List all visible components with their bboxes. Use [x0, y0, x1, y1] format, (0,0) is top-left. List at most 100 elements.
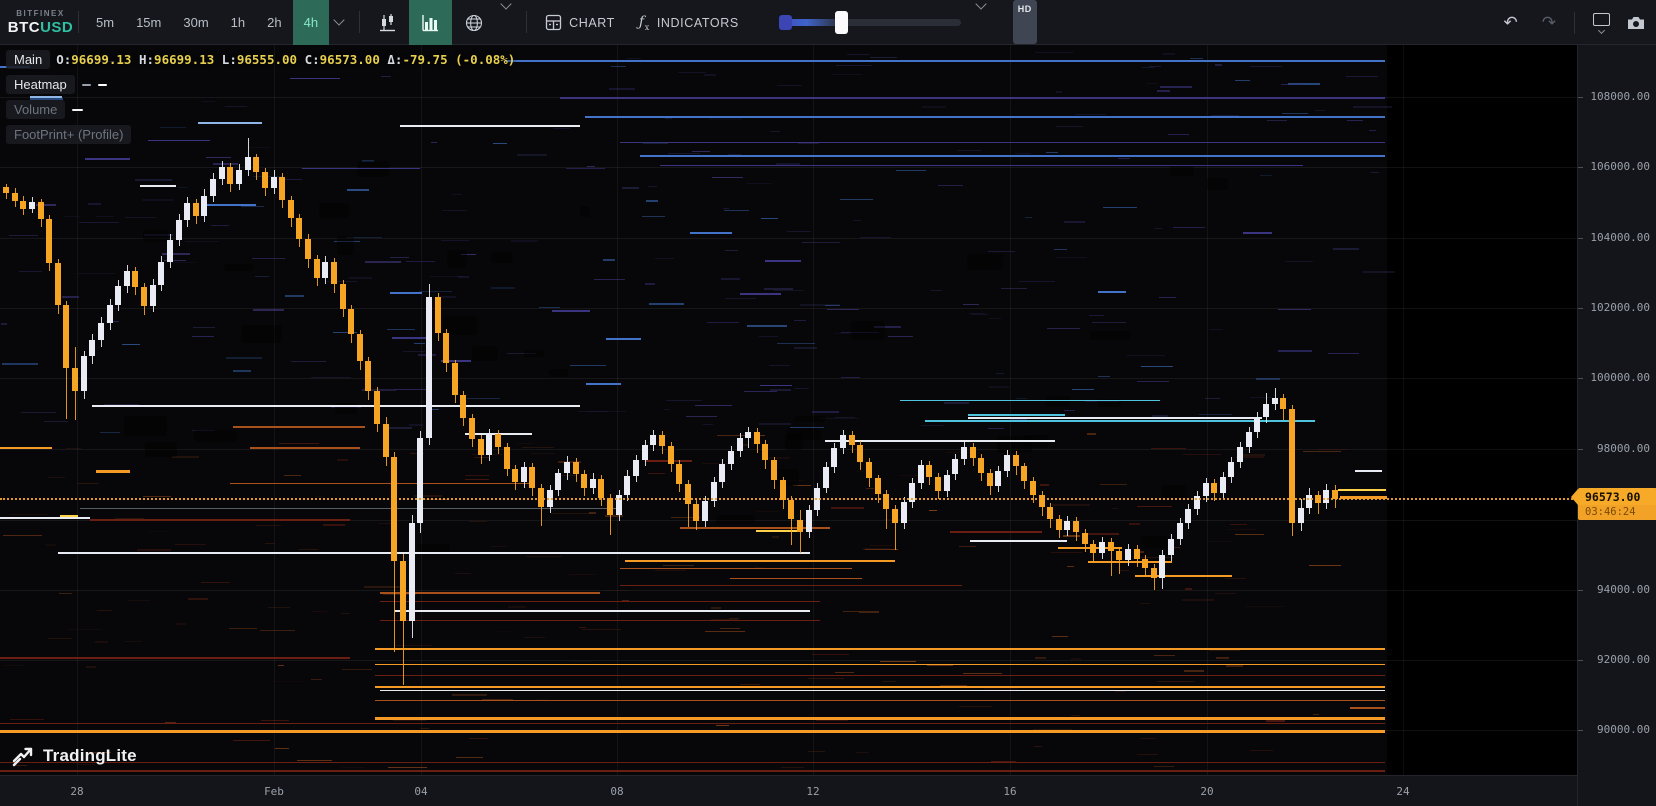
- liquidity-line: [140, 185, 176, 187]
- timeframe-4h-active[interactable]: 4h: [293, 0, 329, 45]
- main-layer-item[interactable]: Main: [6, 50, 50, 69]
- noise-dash: [1278, 309, 1311, 310]
- candle: [124, 271, 130, 285]
- noise-dash: [589, 512, 596, 514]
- liquidity-line: [380, 601, 820, 602]
- noise-dash: [594, 279, 625, 280]
- noise-dash: [770, 131, 780, 132]
- layer-item-footprint-profile-[interactable]: FootPrint+ (Profile): [6, 125, 131, 144]
- timeframe-30m[interactable]: 30m: [172, 0, 219, 45]
- noise-dash: [757, 511, 779, 512]
- noise-dash: [86, 666, 96, 668]
- noise-dash: [579, 627, 586, 628]
- candle: [426, 297, 432, 438]
- noise-dash: [1072, 389, 1094, 390]
- slider-handle[interactable]: [835, 11, 848, 34]
- noise-dash: [1190, 58, 1203, 59]
- liquidity-line: [625, 560, 895, 562]
- redo-icon[interactable]: ↷: [1530, 0, 1568, 45]
- noise-dash: [692, 151, 710, 152]
- noise-dash: [1025, 217, 1032, 218]
- price-gridline: [0, 308, 1577, 309]
- candle: [219, 167, 225, 179]
- noise-dash: [802, 242, 839, 243]
- layout-select-button[interactable]: [1581, 13, 1622, 33]
- timeframe-5m[interactable]: 5m: [85, 0, 125, 45]
- noise-dash: [1154, 766, 1175, 767]
- candle: [417, 438, 423, 523]
- candle: [1004, 455, 1010, 471]
- noise-dash: [1092, 322, 1125, 323]
- slider-left-cap: [779, 15, 792, 30]
- candle: [1134, 549, 1140, 558]
- noise-dash: [9, 235, 38, 236]
- noise-dash: [553, 128, 570, 129]
- shadow-blob: [357, 161, 389, 177]
- liquidity-line: [80, 508, 620, 509]
- noise-dash: [744, 391, 776, 392]
- noise-dash: [365, 261, 401, 263]
- liquidity-line: [690, 232, 732, 234]
- noise-dash: [1216, 657, 1229, 659]
- noise-dash: [1063, 535, 1080, 537]
- noise-dash: [285, 295, 305, 297]
- noise-dash: [759, 423, 791, 425]
- timeframe-1h[interactable]: 1h: [220, 0, 256, 45]
- undo-icon[interactable]: ↶: [1492, 0, 1530, 45]
- heatmap-chart-type-button-active[interactable]: [409, 0, 452, 45]
- symbol-quote: USD: [40, 19, 73, 36]
- noise-dash: [297, 760, 332, 761]
- candle: [1108, 542, 1114, 551]
- candle: [504, 447, 510, 469]
- heatmap-intensity-slider[interactable]: [779, 0, 961, 45]
- candle: [1064, 521, 1070, 530]
- noise-dash: [686, 416, 717, 417]
- price-axis[interactable]: 96573.00 03:46:24 108000.00106000.001040…: [1577, 45, 1656, 806]
- liquidity-line: [375, 675, 1385, 676]
- liquidity-line: [585, 116, 1385, 118]
- timeframe-2h[interactable]: 2h: [256, 0, 292, 45]
- noise-dash: [275, 748, 289, 749]
- price-tick-dash: [1578, 167, 1583, 168]
- noise-dash: [1115, 691, 1126, 692]
- candle: [1272, 398, 1278, 404]
- shadow-blob: [194, 430, 237, 441]
- hd-quality-button[interactable]: HD: [1013, 0, 1037, 44]
- noise-dash: [1168, 134, 1189, 135]
- noise-dash: [643, 143, 668, 144]
- chart-button[interactable]: CHART: [533, 0, 627, 45]
- candle: [340, 284, 346, 309]
- noise-dash: [201, 582, 230, 583]
- indicators-button[interactable]: ƒx INDICATORS: [627, 0, 751, 45]
- candle: [495, 434, 501, 447]
- symbol-block[interactable]: BITFINEX BTCUSD: [0, 0, 72, 44]
- layer-item-volume[interactable]: Volume: [6, 100, 65, 119]
- candle: [210, 179, 216, 196]
- candlestick-chart-type-button[interactable]: [366, 0, 409, 45]
- candle: [521, 467, 527, 482]
- noise-dash: [747, 183, 772, 184]
- shadow-blob: [524, 350, 545, 356]
- timeframe-dropdown-chevron-icon[interactable]: [333, 14, 344, 25]
- sphere-view-button[interactable]: [452, 0, 496, 45]
- candle: [132, 271, 138, 287]
- slider-dropdown-chevron-icon[interactable]: [975, 0, 986, 10]
- noise-dash: [421, 728, 429, 729]
- noise-dash: [524, 637, 546, 638]
- layer-item-heatmap[interactable]: Heatmap: [6, 75, 75, 94]
- liquidity-line: [552, 310, 590, 312]
- time-tick-label: 20: [1200, 785, 1213, 798]
- liquidity-line: [233, 426, 365, 428]
- screenshot-button[interactable]: [1622, 0, 1656, 45]
- liquidity-line: [620, 568, 852, 569]
- liquidity-line: [760, 385, 792, 386]
- timeframe-15m[interactable]: 15m: [125, 0, 172, 45]
- chart-plot-area[interactable]: Main O:96699.13 H:96699.13 L:96555.00 C:…: [0, 45, 1577, 775]
- liquidity-line: [730, 578, 862, 579]
- noise-dash: [1250, 66, 1281, 67]
- time-axis[interactable]: 28Feb040812162024: [0, 775, 1577, 806]
- chart-type-dropdown-chevron-icon[interactable]: [500, 0, 511, 10]
- noise-dash: [781, 767, 803, 768]
- noise-dash: [1034, 746, 1043, 747]
- shadow-blob: [1141, 536, 1167, 547]
